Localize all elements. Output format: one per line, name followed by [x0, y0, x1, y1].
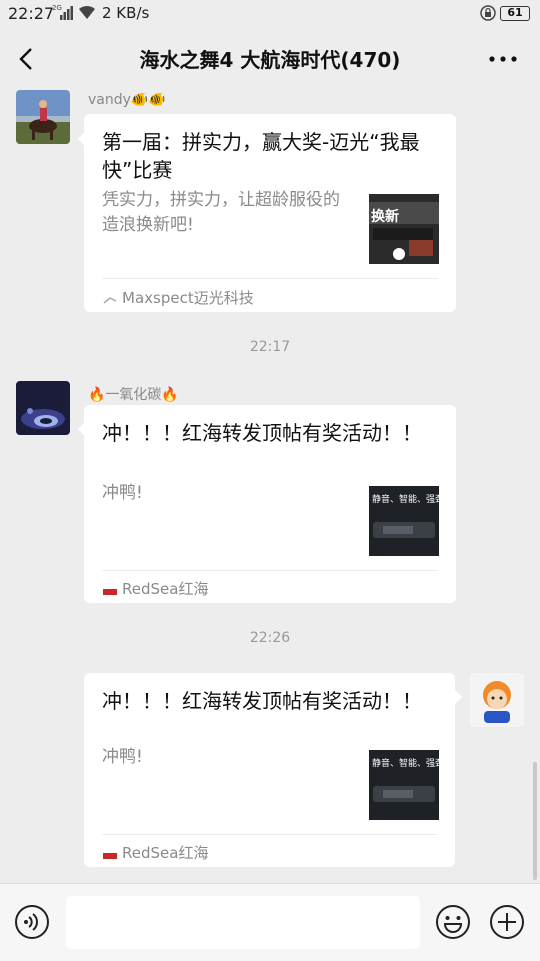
input-bar: [0, 883, 540, 961]
card-source-label: RedSea红海: [122, 844, 209, 862]
thumbnail-text: 静音、智能、强劲: [372, 493, 439, 505]
link-card[interactable]: 第一届：拼实力，赢大奖-迈光“我最快”比赛 凭实力，拼实力，让超龄服役的造浪换新…: [84, 114, 456, 312]
link-card[interactable]: 冲！！！红海转发顶帖有奖活动！！ 冲鸭! 静音、智能、强劲 RedSea红海: [84, 673, 455, 867]
maxspect-icon: [102, 293, 118, 305]
thumbnail-text: 静音、智能、强劲: [372, 757, 439, 769]
plus-icon[interactable]: [489, 904, 525, 940]
timestamp: 22:26: [249, 630, 291, 646]
sender-name: 🔥一氧化碳🔥: [88, 387, 179, 403]
status-bar: 22:27 2G 2 KB/s 61: [0, 0, 540, 28]
card-divider: [102, 834, 437, 835]
card-source-label: Maxspect迈光科技: [122, 289, 254, 307]
sender-name: vandy🐠🐠: [88, 92, 166, 108]
avatar[interactable]: [16, 381, 70, 435]
more-icon[interactable]: [486, 46, 520, 72]
card-thumbnail: 换新: [369, 194, 439, 264]
card-divider: [102, 570, 438, 571]
status-time: 22:27: [8, 4, 55, 23]
avatar[interactable]: [16, 90, 70, 144]
wifi-icon: [79, 5, 95, 19]
card-description: 冲鸭!: [102, 747, 143, 767]
link-card[interactable]: 冲！！！红海转发顶帖有奖活动！！ 冲鸭! 静音、智能、强劲 RedSea红海: [84, 405, 456, 603]
thumbnail-text: 换新: [371, 208, 399, 225]
signal-icon: [60, 6, 73, 20]
card-description: 冲鸭!: [102, 483, 143, 503]
card-description: 凭实力，拼实力，让超龄服役的造浪换新吧!: [102, 190, 340, 235]
redsea-icon: [102, 848, 118, 860]
card-source: Maxspect迈光科技: [102, 287, 254, 308]
chat-title: 海水之舞4 大航海时代(470): [139, 48, 401, 72]
card-source: RedSea红海: [102, 578, 208, 599]
message-input[interactable]: [66, 896, 420, 949]
orientation-lock-icon: [480, 5, 496, 21]
back-icon[interactable]: [14, 46, 40, 72]
card-divider: [102, 278, 438, 279]
card-thumbnail: 静音、智能、强劲: [369, 486, 439, 556]
bubble-tail: [455, 690, 462, 704]
redsea-icon: [102, 584, 118, 596]
card-source: RedSea红海: [102, 842, 208, 863]
card-title: 第一届：拼实力，赢大奖-迈光“我最快”比赛: [102, 130, 420, 182]
card-title: 冲！！！红海转发顶帖有奖活动！！: [102, 689, 422, 713]
chat-header: 海水之舞4 大航海时代(470): [0, 28, 540, 90]
avatar[interactable]: [470, 673, 524, 727]
card-thumbnail: 静音、智能、强劲: [369, 750, 439, 820]
emoji-icon[interactable]: [435, 904, 471, 940]
scrollbar[interactable]: [533, 762, 537, 880]
card-source-label: RedSea红海: [122, 580, 209, 598]
battery-icon: 61: [500, 6, 530, 21]
card-title: 冲！！！红海转发顶帖有奖活动！！: [102, 421, 422, 445]
timestamp: 22:17: [249, 339, 291, 355]
network-speed: 2 KB/s: [102, 4, 150, 22]
voice-icon[interactable]: [14, 904, 50, 940]
